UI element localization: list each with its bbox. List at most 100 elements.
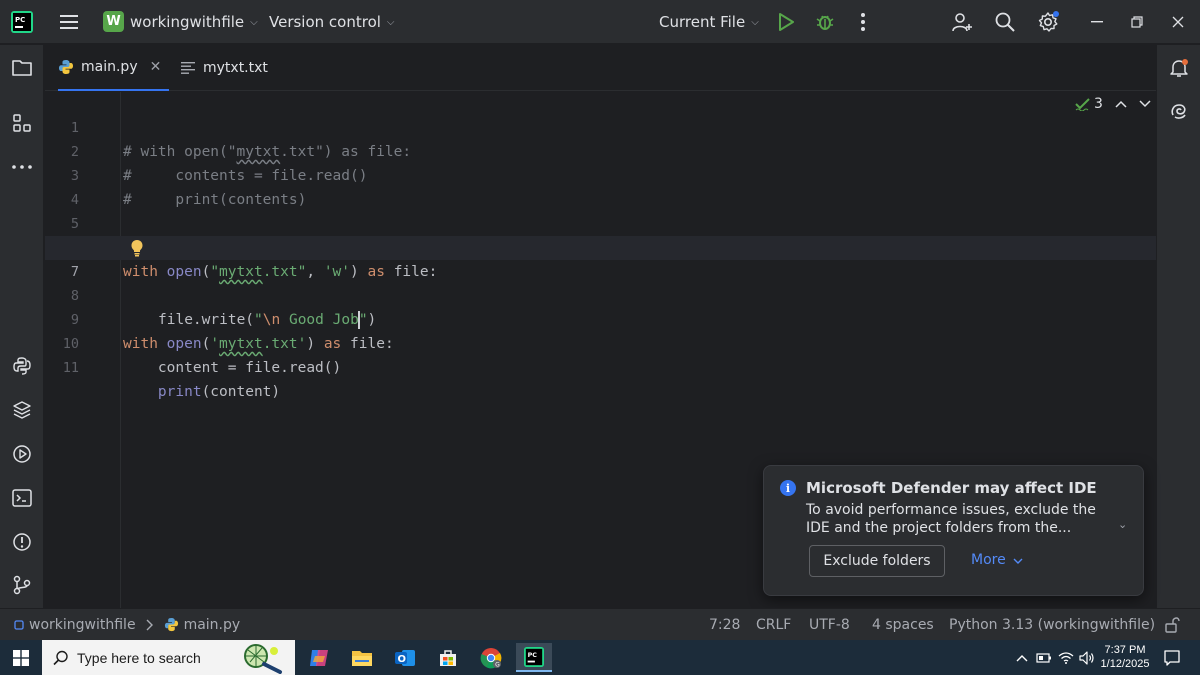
restore-button[interactable]: [1127, 12, 1147, 32]
intention-bulb-icon[interactable]: [129, 239, 145, 257]
module-icon: [14, 619, 24, 630]
tab-mytxt-txt[interactable]: mytxt.txt: [181, 45, 268, 91]
inspection-widget[interactable]: 3: [1075, 96, 1151, 112]
settings-gear-icon[interactable]: [1036, 10, 1060, 34]
file-explorer-icon[interactable]: [344, 643, 380, 672]
python-file-icon: [59, 60, 73, 74]
file-encoding[interactable]: UTF-8: [809, 609, 850, 640]
chevron-down-icon: [1013, 558, 1023, 564]
volume-icon[interactable]: [1077, 643, 1097, 672]
close-window-button[interactable]: [1168, 12, 1188, 32]
project-selector[interactable]: workingwithfile ⌵: [130, 0, 258, 44]
python-console-icon[interactable]: [10, 354, 34, 378]
code-line[interactable]: 9 with open('mytxt.txt') as file:: [45, 284, 1156, 352]
more-tools-icon[interactable]: [10, 155, 34, 179]
chevron-down-icon: ⌵: [386, 16, 395, 28]
notification-title: Microsoft Defender may affect IDE: [806, 479, 1097, 497]
vcs-menu[interactable]: Version control ⌵: [269, 0, 395, 44]
more-actions-icon[interactable]: [851, 10, 875, 34]
copilot-app-icon[interactable]: [301, 643, 337, 672]
svg-text:PC: PC: [15, 16, 25, 24]
line-separator[interactable]: CRLF: [756, 609, 791, 640]
code-line[interactable]: 2 # contents = file.read(): [45, 116, 1156, 184]
run-config-label: Current File: [659, 13, 746, 31]
run-configuration-selector[interactable]: Current File ⌵: [659, 0, 759, 44]
project-folder-icon[interactable]: [10, 56, 34, 80]
code-line[interactable]: 4: [45, 164, 1156, 208]
code-line[interactable]: 5: [45, 188, 1156, 232]
notifications-bell-icon[interactable]: [1167, 56, 1191, 80]
wifi-icon[interactable]: [1056, 643, 1076, 672]
code-line[interactable]: 10 content = file.read(): [45, 308, 1156, 376]
code-line[interactable]: 11 print(content): [45, 332, 1156, 400]
defender-notification: i Microsoft Defender may affect IDE To a…: [763, 465, 1144, 596]
microsoft-store-icon[interactable]: [430, 643, 466, 672]
debug-icon[interactable]: [813, 10, 837, 34]
vcs-label: Version control: [269, 13, 381, 31]
notification-center-icon[interactable]: [1160, 643, 1184, 672]
status-bar: workingwithfile main.py 7:28 CRLF UTF-8 …: [0, 608, 1200, 640]
chevron-down-icon[interactable]: [1139, 100, 1151, 108]
close-tab-icon[interactable]: ✕: [150, 59, 162, 75]
battery-icon[interactable]: [1034, 643, 1054, 672]
problems-icon[interactable]: [10, 530, 34, 554]
more-link[interactable]: More: [971, 552, 1023, 568]
project-badge[interactable]: W: [103, 11, 124, 32]
code-line[interactable]: 6 with open("mytxt.txt", 'w') as file:: [45, 212, 1156, 280]
left-tool-strip: [0, 45, 44, 608]
windows-start-icon[interactable]: [3, 643, 39, 672]
exclude-folders-button[interactable]: Exclude folders: [809, 545, 945, 577]
checkmark-icon: [1075, 98, 1090, 111]
taskbar-search[interactable]: Type here to search: [42, 640, 295, 675]
show-hidden-icons[interactable]: [1012, 643, 1032, 672]
outlook-icon[interactable]: O: [387, 643, 423, 672]
system-clock[interactable]: 7:37 PM 1/12/2025: [1095, 643, 1155, 671]
minimize-button[interactable]: [1087, 12, 1107, 32]
search-placeholder: Type here to search: [77, 649, 201, 666]
search-icon[interactable]: [993, 10, 1017, 34]
expand-chevron-icon[interactable]: ⌄: [1118, 518, 1127, 531]
chevron-up-icon[interactable]: [1115, 100, 1127, 108]
chrome-icon[interactable]: G: [473, 643, 509, 672]
tab-label: mytxt.txt: [203, 60, 268, 76]
line-number: 11: [62, 360, 79, 376]
terminal-icon[interactable]: [10, 486, 34, 510]
breadcrumb-file[interactable]: main.py: [184, 617, 241, 633]
services-icon[interactable]: [10, 442, 34, 466]
breadcrumb: workingwithfile main.py: [14, 609, 240, 640]
git-icon[interactable]: [10, 573, 34, 597]
pycharm-logo-icon[interactable]: PC: [11, 11, 33, 33]
clock-date: 1/12/2025: [1100, 658, 1150, 670]
more-link-label: More: [971, 552, 1006, 568]
notification-body: To avoid performance issues, exclude the…: [806, 502, 1096, 536]
indent-setting[interactable]: 4 spaces: [872, 609, 934, 640]
python-file-icon: [164, 617, 178, 632]
python-packages-icon[interactable]: [10, 398, 34, 422]
code-line[interactable]: 1 # with open("mytxt.txt") as file:: [45, 92, 1156, 160]
pycharm-taskbar-icon[interactable]: PC: [516, 643, 552, 672]
caret-position[interactable]: 7:28: [709, 609, 740, 640]
add-user-icon[interactable]: [950, 10, 974, 34]
code-line-current[interactable]: 7 file.write("\n Good Job"): [45, 236, 1156, 329]
ai-assistant-icon[interactable]: [1167, 99, 1191, 123]
code-text: content = file.read(): [123, 360, 342, 376]
info-icon: i: [780, 480, 796, 496]
python-interpreter[interactable]: Python 3.13 (workingwithfile): [949, 609, 1155, 640]
code-line[interactable]: 8: [45, 260, 1156, 304]
main-menu-icon[interactable]: [58, 0, 80, 44]
code-text: print(content): [157, 384, 281, 400]
tennis-racket-icon: [244, 644, 282, 674]
structure-icon[interactable]: [10, 111, 34, 135]
lock-icon[interactable]: [1164, 609, 1180, 640]
breadcrumb-project[interactable]: workingwithfile: [29, 617, 136, 633]
clock-time: 7:37 PM: [1104, 644, 1146, 656]
windows-taskbar: Type here to search O G PC 7:37 PM 1/12/: [0, 640, 1200, 675]
title-bar: PC W workingwithfile ⌵ Version control ⌵…: [0, 0, 1200, 44]
run-icon[interactable]: [774, 10, 798, 34]
code-line[interactable]: 3 # print(contents): [45, 140, 1156, 208]
chevron-down-icon: ⌵: [250, 16, 258, 28]
svg-text:PC: PC: [528, 652, 538, 659]
tab-main-py[interactable]: main.py ✕: [58, 45, 170, 91]
chevron-down-icon: ⌵: [751, 16, 759, 28]
right-tool-strip: [1156, 45, 1200, 608]
